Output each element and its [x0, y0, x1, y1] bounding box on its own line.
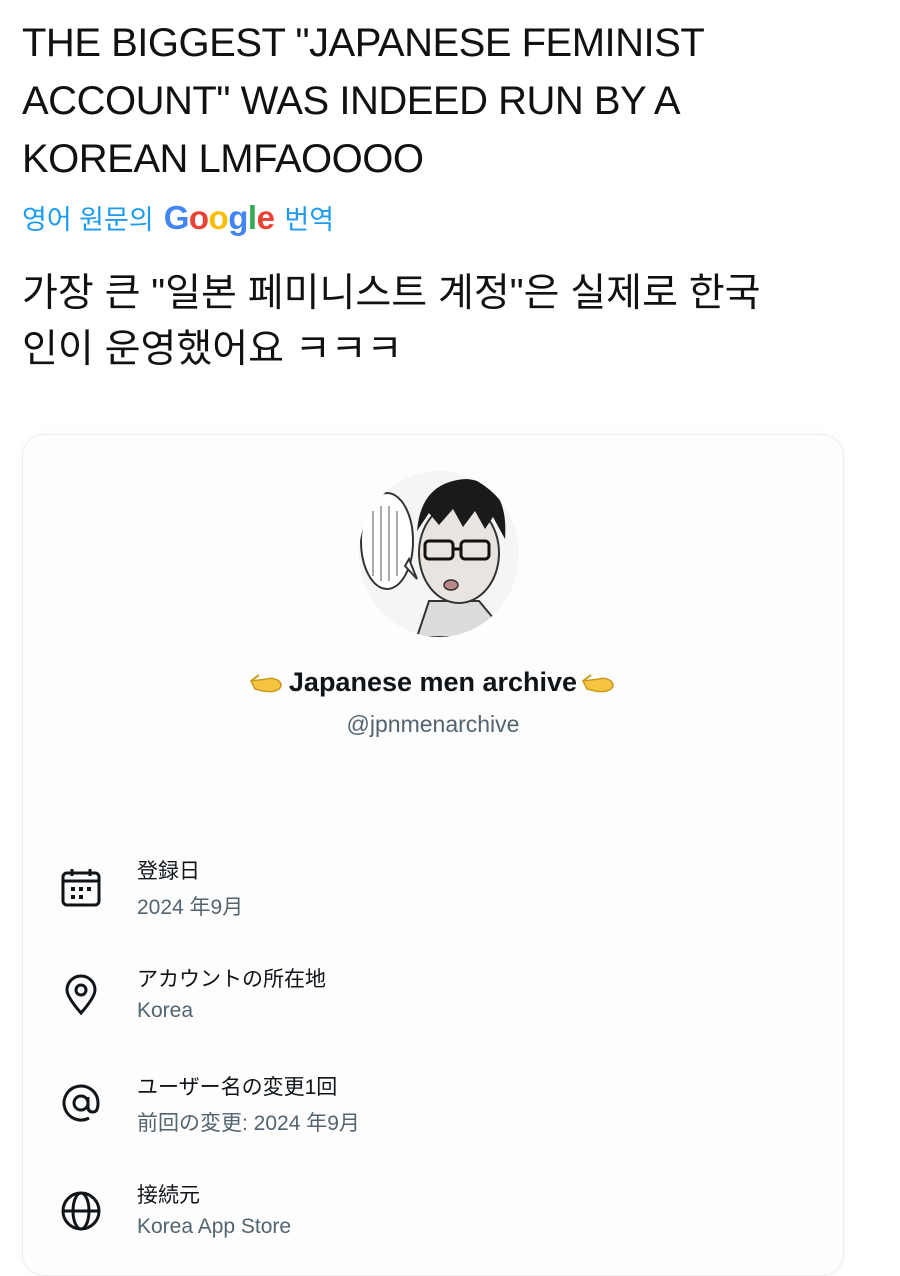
google-letter: o [188, 198, 209, 236]
about-account-card: Japanese men archive @jpnmenarchive 登録日 … [22, 434, 844, 1276]
calendar-icon [61, 869, 101, 907]
google-letter: l [247, 198, 257, 236]
about-label: アカウントの所在地 [137, 968, 326, 991]
about-label: 登録日 [137, 860, 200, 883]
at-sign-icon [62, 1084, 100, 1122]
about-value: 2024 年9月 [137, 896, 244, 919]
about-value: 前回の変更: 2024 年9月 [137, 1112, 360, 1135]
google-letter: G [163, 198, 190, 236]
translate-prefix: 영어 원문의 [22, 205, 154, 235]
about-row-join-date: 登録日 2024 年9月 [59, 855, 759, 935]
google-letter: o [208, 198, 229, 236]
globe-icon [61, 1191, 101, 1231]
translated-text: 가장 큰 "일본 페미니스트 계정"은 실제로 한국인이 운영했어요 ㅋㅋㅋ [22, 272, 761, 371]
handle[interactable]: @jpnmenarchive [23, 711, 843, 738]
translate-suffix: 번역 [284, 205, 335, 235]
google-letter: g [228, 198, 248, 236]
display-name-text: Japanese men archive [288, 667, 578, 697]
display-name[interactable]: Japanese men archive [23, 667, 843, 698]
about-value: Korea App Store [137, 1215, 292, 1238]
avatar-illustration [359, 471, 519, 637]
tweet-text: THE BIGGEST "JAPANESE FEMINIST ACCOUNT" … [22, 21, 704, 181]
about-label: 接続元 [137, 1184, 200, 1207]
about-row-username-changes: ユーザー名の変更1回 前回の変更: 2024 年9月 [59, 1071, 759, 1151]
translation-attribution[interactable]: 영어 원문의 Google 번역 [22, 198, 334, 237]
about-row-connected-via: 接続元 Korea App Store [59, 1179, 759, 1259]
google-letter: e [256, 198, 275, 236]
pinching-hand-emoji-icon [249, 673, 282, 692]
about-row-location: アカウントの所在地 Korea [59, 963, 759, 1043]
about-label: ユーザー名の変更1回 [137, 1076, 338, 1099]
pinching-hand-emoji-icon [581, 673, 614, 692]
about-value: Korea [137, 999, 194, 1022]
location-pin-icon [65, 974, 97, 1016]
avatar[interactable] [359, 471, 519, 637]
google-logo: Google [164, 199, 275, 237]
google-wordmark: Google [164, 199, 275, 237]
